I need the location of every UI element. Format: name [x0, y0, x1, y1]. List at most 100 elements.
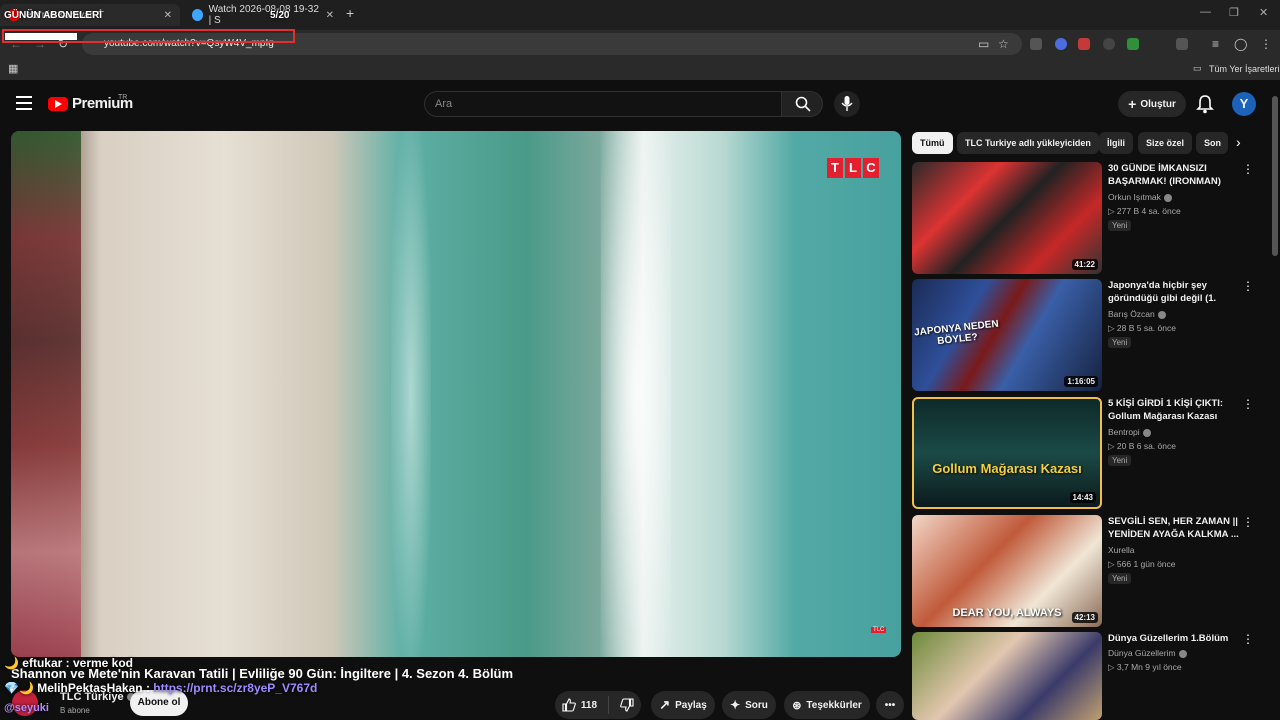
- chip-from-uploader[interactable]: TLC Turkiye adlı yükleyiciden: [957, 132, 1099, 154]
- chip-for-you[interactable]: Size özel: [1138, 132, 1193, 154]
- extension-icon[interactable]: [1030, 38, 1042, 50]
- extensions-puzzle-icon[interactable]: [1176, 38, 1188, 50]
- reading-list-icon[interactable]: ≡: [1212, 37, 1219, 51]
- duration-badge: 41:22: [1071, 259, 1098, 270]
- create-label: Oluştur: [1140, 98, 1176, 110]
- voice-search-button[interactable]: [834, 91, 860, 117]
- more-vertical-icon[interactable]: ⋮: [1242, 632, 1254, 646]
- recommendation-title[interactable]: SEVGİLİ SEN, HER ZAMAN || YENİDEN AYAĞA …: [1108, 515, 1244, 541]
- plus-icon: +: [1128, 96, 1137, 112]
- video-player[interactable]: T L C TLC: [11, 131, 901, 657]
- url-redaction-fill: [5, 33, 77, 40]
- recommendation-item[interactable]: Gollum Mağarası Kazası 14:43 5 KİŞİ GİRD…: [912, 397, 1262, 509]
- duration-badge: 14:43: [1069, 492, 1096, 503]
- recommendation-channel[interactable]: Dünya Güzellerim: [1108, 648, 1187, 658]
- more-vertical-icon[interactable]: ⋮: [1242, 162, 1254, 176]
- browser-menu-icon[interactable]: ⋮: [1260, 37, 1272, 51]
- recommendation-item[interactable]: JAPONYA NEDEN BÖYLE? 1:16:05 Japonya'da …: [912, 279, 1262, 391]
- microphone-icon: [841, 96, 853, 111]
- ask-button[interactable]: ✦ Soru: [722, 691, 776, 719]
- chevron-right-icon[interactable]: ›: [1236, 134, 1241, 150]
- duration-badge: 42:13: [1071, 612, 1098, 623]
- recommendation-title[interactable]: 30 GÜNDE İMKANSIZI BAŞARMAK! (IRONMAN): [1108, 162, 1244, 188]
- recommendation-meta: ▷ 566 1 gün önce: [1108, 559, 1176, 569]
- channel-text: Barış Özcan: [1108, 309, 1155, 319]
- thumbnail-text: Gollum Mağarası Kazası: [932, 461, 1082, 476]
- thanks-icon: ⊛: [792, 699, 802, 712]
- extension-icon[interactable]: [1127, 38, 1139, 50]
- recommendation-channel[interactable]: Barış Özcan: [1108, 309, 1166, 319]
- cast-icon[interactable]: ▭: [978, 37, 989, 51]
- apps-grid-icon[interactable]: ▦: [8, 62, 18, 75]
- search-icon: [795, 96, 811, 112]
- page-scrollbar[interactable]: [1272, 96, 1278, 256]
- restore-icon[interactable]: ❐: [1229, 6, 1239, 19]
- extension-icon[interactable]: [1055, 38, 1067, 50]
- profile-icon[interactable]: ◯: [1234, 37, 1247, 51]
- verified-icon: [1157, 310, 1166, 319]
- more-vertical-icon[interactable]: ⋮: [1242, 397, 1254, 411]
- recommendation-title[interactable]: 5 KİŞİ GİRDİ 1 KİŞİ ÇIKTI: Gollum Mağara…: [1108, 397, 1244, 423]
- recommendation-item[interactable]: Dünya Güzellerim 1.Bölüm Dünya Güzelleri…: [912, 632, 1262, 720]
- chat-message: : verme kod: [65, 656, 133, 670]
- chip-recent[interactable]: Son: [1196, 132, 1228, 154]
- new-tab-icon[interactable]: +: [346, 5, 354, 21]
- create-button[interactable]: + Oluştur: [1118, 91, 1186, 117]
- recommendation-channel[interactable]: Bentropi: [1108, 427, 1151, 437]
- more-actions-button[interactable]: •••: [876, 691, 904, 719]
- close-window-icon[interactable]: ✕: [1259, 6, 1268, 19]
- divider: [608, 696, 610, 714]
- tlc-letter: C: [863, 158, 879, 178]
- recommendation-title[interactable]: Japonya'da hiçbir şey göründüğü gibi değ…: [1108, 279, 1244, 306]
- recommendation-title[interactable]: Dünya Güzellerim 1.Bölüm: [1108, 632, 1244, 645]
- recommendation-item[interactable]: DEAR YOU, ALWAYS 42:13 SEVGİLİ SEN, HER …: [912, 515, 1262, 627]
- video-thumbnail[interactable]: [912, 632, 1102, 720]
- chat-overlay-user: @seyuki: [4, 702, 49, 714]
- chat-user: eftukar: [22, 656, 63, 670]
- video-thumbnail[interactable]: DEAR YOU, ALWAYS 42:13: [912, 515, 1102, 627]
- chat-link[interactable]: https://prnt.sc/zr8yeP_V767d: [153, 681, 317, 695]
- video-thumbnail[interactable]: 41:22: [912, 162, 1102, 274]
- share-button[interactable]: ↗ Paylaş: [651, 691, 715, 719]
- like-button[interactable]: 118: [562, 698, 597, 712]
- chat-user: MelihPektasHakan: [37, 681, 143, 695]
- extension-icon[interactable]: [1078, 38, 1090, 50]
- hamburger-menu-icon[interactable]: [16, 96, 32, 110]
- bookmark-star-icon[interactable]: ☆: [998, 37, 1009, 51]
- browser-tab-2[interactable]: Watch 2026-08-08 19-32 | S ✕: [184, 4, 342, 26]
- close-tab-icon[interactable]: ✕: [164, 10, 172, 21]
- chat-separator: :: [142, 681, 154, 695]
- thanks-button[interactable]: ⊛ Teşekkürler: [784, 691, 870, 719]
- notifications-bell-icon[interactable]: [1196, 94, 1214, 114]
- all-bookmarks-link[interactable]: Tüm Yer İşaretleri: [1209, 64, 1280, 74]
- thanks-label: Teşekkürler: [806, 699, 862, 711]
- channel-subscriber-count: B abone: [60, 706, 90, 715]
- video-thumbnail[interactable]: Gollum Mağarası Kazası 14:43: [912, 397, 1102, 509]
- user-avatar[interactable]: Y: [1232, 92, 1256, 116]
- minimize-icon[interactable]: —: [1200, 6, 1211, 18]
- extension-icon[interactable]: [1103, 38, 1115, 50]
- verified-icon: [1163, 193, 1172, 202]
- chip-related[interactable]: İlgili: [1099, 132, 1133, 154]
- thumbs-down-icon[interactable]: [620, 698, 634, 712]
- folder-icon: ▭: [1193, 63, 1202, 73]
- chip-all[interactable]: Tümü: [912, 132, 953, 154]
- more-vertical-icon[interactable]: ⋮: [1242, 279, 1254, 293]
- more-vertical-icon[interactable]: ⋮: [1242, 515, 1254, 529]
- verified-icon: [1142, 428, 1151, 437]
- recommendation-channel[interactable]: Orkun Işıtmak: [1108, 192, 1172, 202]
- thumbs-up-icon: [562, 698, 576, 712]
- recommendation-item[interactable]: 41:22 30 GÜNDE İMKANSIZI BAŞARMAK! (IRON…: [912, 162, 1262, 274]
- share-icon: ↗: [659, 697, 671, 712]
- share-label: Paylaş: [675, 699, 707, 711]
- ask-label: Soru: [745, 699, 768, 711]
- recommendation-channel[interactable]: Xurella: [1108, 545, 1134, 555]
- close-tab-icon[interactable]: ✕: [326, 10, 334, 21]
- video-thumbnail[interactable]: JAPONYA NEDEN BÖYLE? 1:16:05: [912, 279, 1102, 391]
- search-button[interactable]: [781, 91, 823, 117]
- new-badge: Yeni: [1108, 573, 1132, 584]
- channel-text: Orkun Işıtmak: [1108, 192, 1161, 202]
- sparkle-icon: ✦: [730, 698, 741, 712]
- new-badge: Yeni: [1108, 220, 1132, 231]
- search-input[interactable]: Ara: [424, 91, 782, 117]
